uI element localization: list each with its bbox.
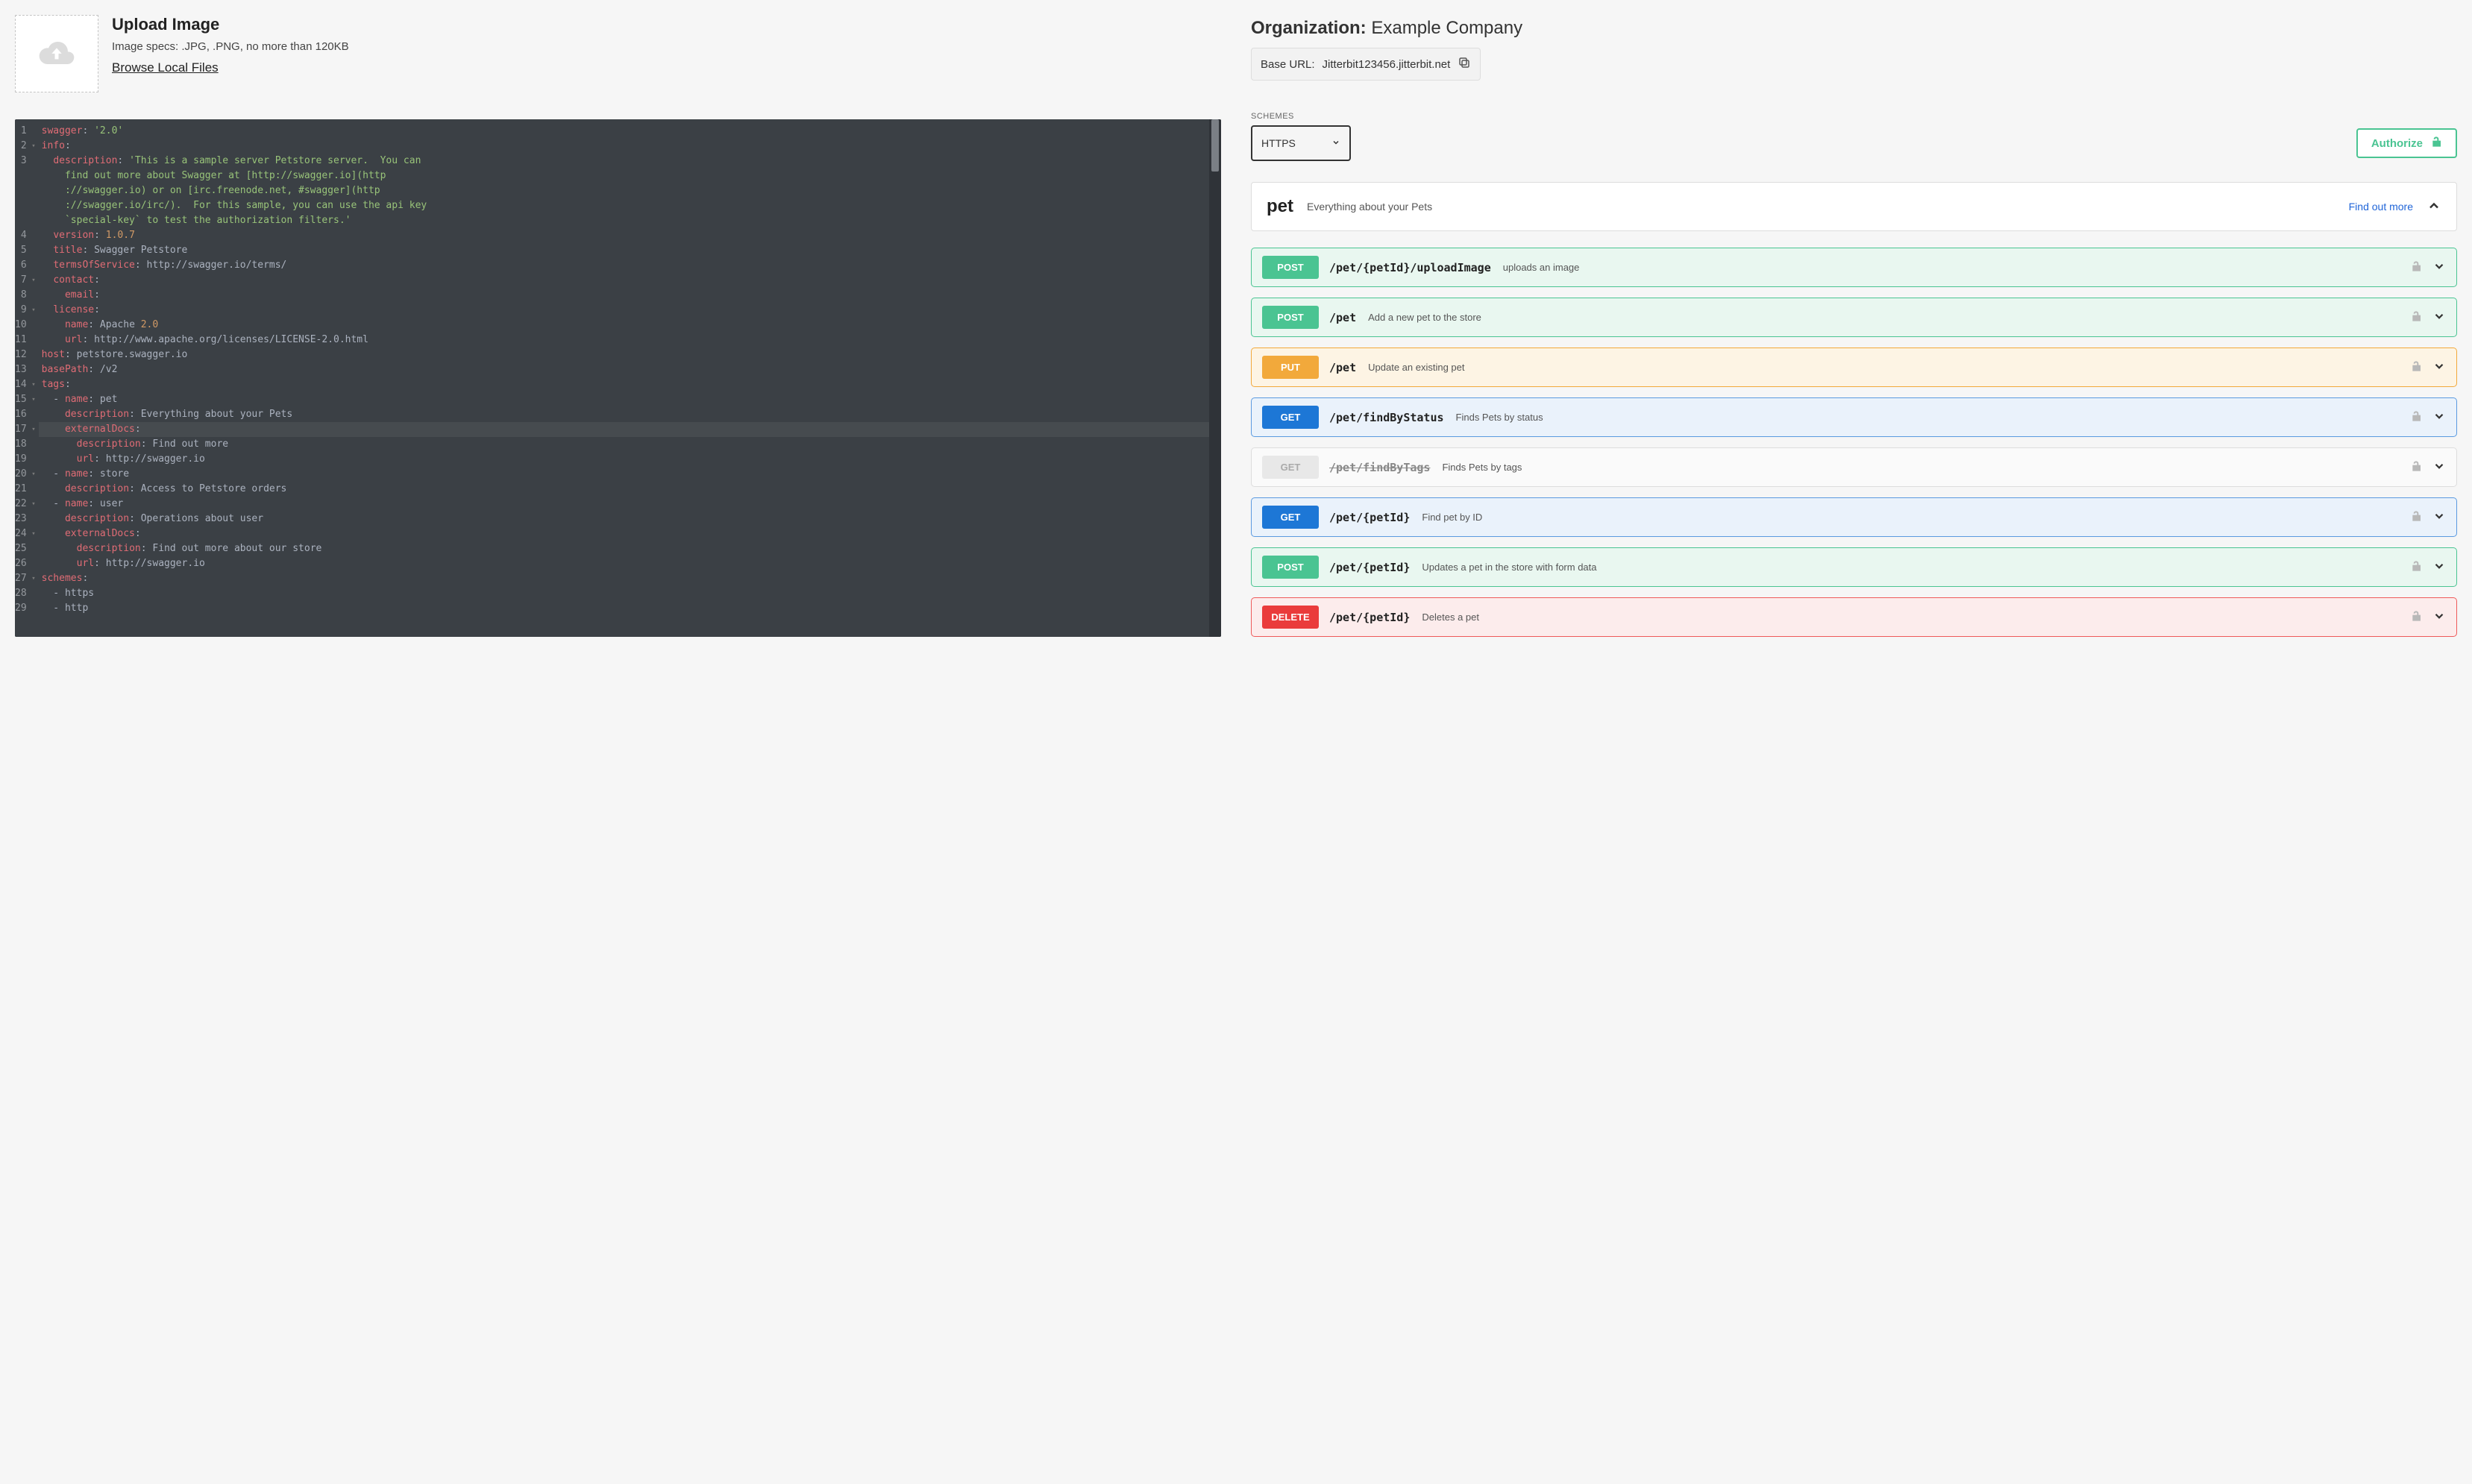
operation-summary: Finds Pets by status	[1456, 412, 2400, 423]
lock-icon[interactable]	[2410, 309, 2422, 325]
scheme-select[interactable]: HTTPS	[1251, 125, 1351, 161]
operation-path: /pet/{petId}	[1329, 561, 1410, 574]
authorize-label: Authorize	[2371, 137, 2423, 150]
operation-summary: Find pet by ID	[1422, 512, 2400, 523]
lock-icon[interactable]	[2410, 409, 2422, 425]
operation-summary: Finds Pets by tags	[1442, 462, 2400, 473]
operation-path: /pet	[1329, 311, 1356, 324]
chevron-down-icon	[2432, 260, 2446, 275]
chevron-down-icon	[2432, 609, 2446, 625]
chevron-down-icon	[2432, 359, 2446, 375]
upload-title: Upload Image	[112, 15, 349, 34]
base-url-label: Base URL:	[1261, 58, 1315, 71]
lock-icon[interactable]	[2410, 609, 2422, 625]
authorize-button[interactable]: Authorize	[2356, 128, 2457, 158]
upload-dropzone[interactable]	[15, 15, 98, 92]
http-method-badge: POST	[1262, 556, 1319, 579]
operations-list: POST/pet/{petId}/uploadImage uploads an i…	[1251, 248, 2457, 637]
upload-specs: Image specs: .JPG, .PNG, no more than 12…	[112, 40, 349, 53]
operation-row[interactable]: POST/pet/{petId}/uploadImage uploads an i…	[1251, 248, 2457, 287]
tag-header-pet[interactable]: pet Everything about your Pets Find out …	[1251, 182, 2457, 231]
editor-code-area[interactable]: swagger: '2.0'info: description: 'This i…	[39, 119, 1209, 637]
organization-title: Organization: Example Company	[1251, 18, 2457, 39]
operation-path: /pet	[1329, 361, 1356, 374]
operation-path: /pet/{petId}	[1329, 511, 1410, 524]
http-method-badge: PUT	[1262, 356, 1319, 379]
operation-path: /pet/{petId}	[1329, 611, 1410, 624]
upload-section: Upload Image Image specs: .JPG, .PNG, no…	[15, 15, 1221, 92]
chevron-down-icon	[2432, 459, 2446, 475]
browse-local-files-link[interactable]: Browse Local Files	[112, 60, 349, 75]
operation-row[interactable]: GET/pet/{petId} Find pet by ID	[1251, 497, 2457, 537]
http-method-badge: GET	[1262, 456, 1319, 479]
operation-path: /pet/findByTags	[1329, 461, 1430, 474]
operation-row[interactable]: GET/pet/findByTags Finds Pets by tags	[1251, 447, 2457, 487]
http-method-badge: DELETE	[1262, 606, 1319, 629]
scheme-selected-value: HTTPS	[1261, 137, 1296, 149]
http-method-badge: POST	[1262, 306, 1319, 329]
tag-description: Everything about your Pets	[1307, 201, 2335, 213]
base-url-value: Jitterbit123456.jitterbit.net	[1323, 58, 1451, 71]
chevron-down-icon	[2432, 509, 2446, 525]
yaml-editor[interactable]: 1234567891011121314151617181920212223242…	[15, 119, 1221, 637]
lock-icon[interactable]	[2410, 509, 2422, 525]
lock-icon[interactable]	[2410, 359, 2422, 375]
chevron-down-icon	[1331, 137, 1340, 149]
organization-name: Example Company	[1371, 18, 1522, 38]
editor-scrollbar[interactable]	[1209, 119, 1221, 637]
chevron-down-icon	[2432, 309, 2446, 325]
unlock-icon	[2430, 135, 2442, 151]
operation-row[interactable]: GET/pet/findByStatus Finds Pets by status	[1251, 397, 2457, 437]
operation-path: /pet/findByStatus	[1329, 411, 1444, 424]
find-out-more-link[interactable]: Find out more	[2349, 201, 2413, 213]
tag-name: pet	[1267, 196, 1293, 217]
http-method-badge: GET	[1262, 406, 1319, 429]
http-method-badge: POST	[1262, 256, 1319, 279]
schemes-label: SCHEMES	[1251, 112, 2457, 121]
operation-summary: Updates a pet in the store with form dat…	[1422, 562, 2400, 573]
editor-scroll-thumb[interactable]	[1211, 119, 1219, 172]
chevron-down-icon	[2432, 559, 2446, 575]
lock-icon[interactable]	[2410, 260, 2422, 275]
operation-row[interactable]: DELETE/pet/{petId} Deletes a pet	[1251, 597, 2457, 637]
operation-summary: Add a new pet to the store	[1368, 312, 2400, 323]
chevron-up-icon	[2426, 198, 2441, 216]
organization-label: Organization:	[1251, 18, 1371, 38]
operation-summary: Deletes a pet	[1422, 611, 2400, 623]
operation-summary: Update an existing pet	[1368, 362, 2400, 373]
operation-path: /pet/{petId}/uploadImage	[1329, 261, 1491, 274]
operation-row[interactable]: PUT/pet Update an existing pet	[1251, 348, 2457, 387]
operation-summary: uploads an image	[1503, 262, 2400, 273]
copy-icon[interactable]	[1458, 56, 1471, 72]
base-url-field: Base URL: Jitterbit123456.jitterbit.net	[1251, 48, 1481, 81]
operation-row[interactable]: POST/pet/{petId} Updates a pet in the sto…	[1251, 547, 2457, 587]
editor-gutter: 1234567891011121314151617181920212223242…	[15, 119, 39, 637]
chevron-down-icon	[2432, 409, 2446, 425]
lock-icon[interactable]	[2410, 459, 2422, 475]
operation-row[interactable]: POST/pet Add a new pet to the store	[1251, 298, 2457, 337]
lock-icon[interactable]	[2410, 559, 2422, 575]
http-method-badge: GET	[1262, 506, 1319, 529]
cloud-upload-icon	[37, 38, 77, 70]
